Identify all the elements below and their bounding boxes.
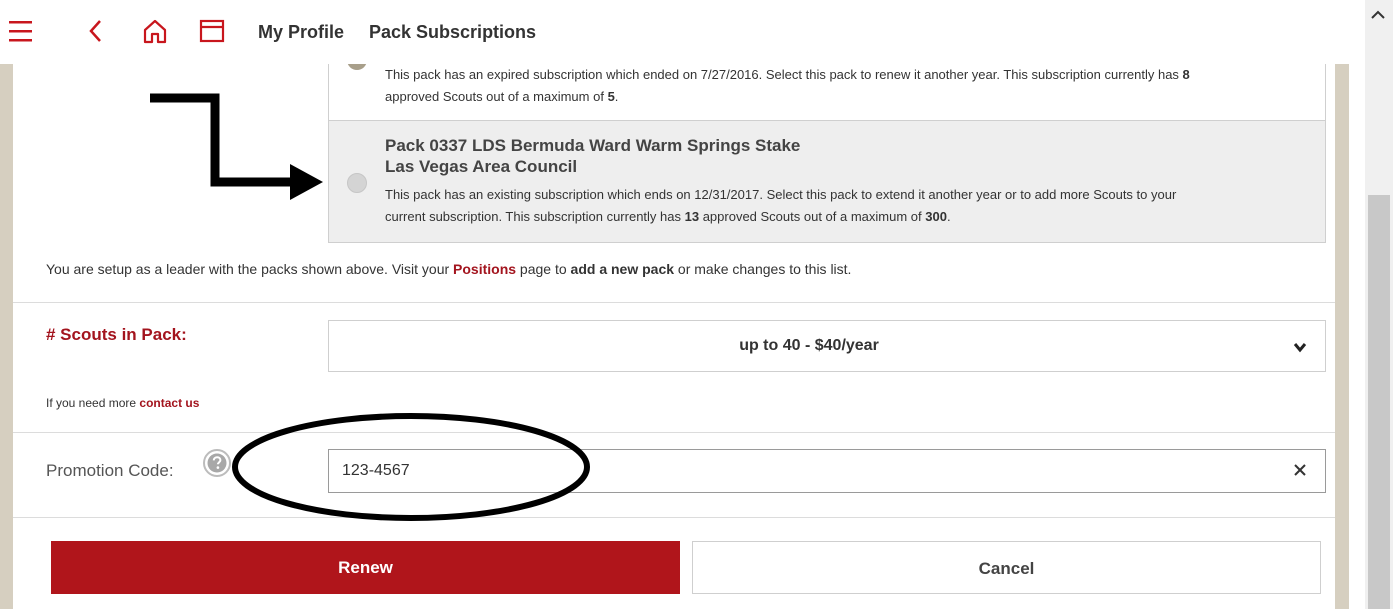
divider	[13, 302, 1335, 303]
top-navigation-bar: My Profile Pack Subscriptions	[0, 0, 1365, 64]
renew-button[interactable]: Renew	[51, 541, 680, 594]
left-side-rail	[0, 64, 13, 609]
scouts-count-select[interactable]: up to 40 - $40/year	[328, 320, 1326, 372]
close-icon[interactable]	[1292, 462, 1308, 478]
chevron-down-icon	[1293, 343, 1307, 353]
question-circle-icon[interactable]	[203, 449, 231, 477]
pack-radio-button[interactable]	[347, 173, 367, 193]
pack-option-expired[interactable]: This pack has an expired subscription wh…	[328, 64, 1326, 121]
scouts-in-pack-label: # Scouts in Pack:	[46, 325, 187, 344]
pack-option-0337[interactable]: Pack 0337 LDS Bermuda Ward Warm Springs …	[328, 120, 1326, 243]
pack-description: This pack has an existing subscription w…	[385, 187, 1177, 224]
contact-us-link[interactable]: contact us	[139, 396, 199, 410]
cancel-button[interactable]: Cancel	[692, 541, 1321, 594]
scouts-count-value: up to 40 - $40/year	[739, 337, 879, 354]
positions-link[interactable]: Positions	[453, 261, 516, 277]
promotion-code-label: Promotion Code:	[46, 461, 174, 480]
subscription-form: This pack has an expired subscription wh…	[13, 64, 1335, 609]
pack-radio-button[interactable]	[347, 64, 367, 70]
scrollbar-thumb[interactable]	[1368, 195, 1390, 609]
chevron-left-icon[interactable]	[84, 18, 110, 44]
pack-description: This pack has an expired subscription wh…	[385, 67, 1190, 104]
breadcrumb-my-profile[interactable]: My Profile	[258, 22, 344, 43]
promotion-code-input[interactable]	[328, 449, 1326, 493]
divider	[13, 517, 1335, 518]
hamburger-menu-icon[interactable]	[8, 18, 34, 44]
breadcrumb-pack-subscriptions[interactable]: Pack Subscriptions	[369, 22, 536, 43]
home-icon[interactable]	[142, 18, 168, 44]
browser-window-icon[interactable]	[199, 18, 225, 44]
divider	[13, 432, 1335, 433]
scroll-up-arrow-icon[interactable]	[1367, 6, 1389, 24]
right-side-rail	[1335, 64, 1349, 609]
leader-note: You are setup as a leader with the packs…	[46, 261, 852, 277]
pack-title: Pack 0337 LDS Bermuda Ward Warm Springs …	[385, 136, 801, 176]
more-scouts-note: If you need more contact us	[46, 396, 200, 410]
